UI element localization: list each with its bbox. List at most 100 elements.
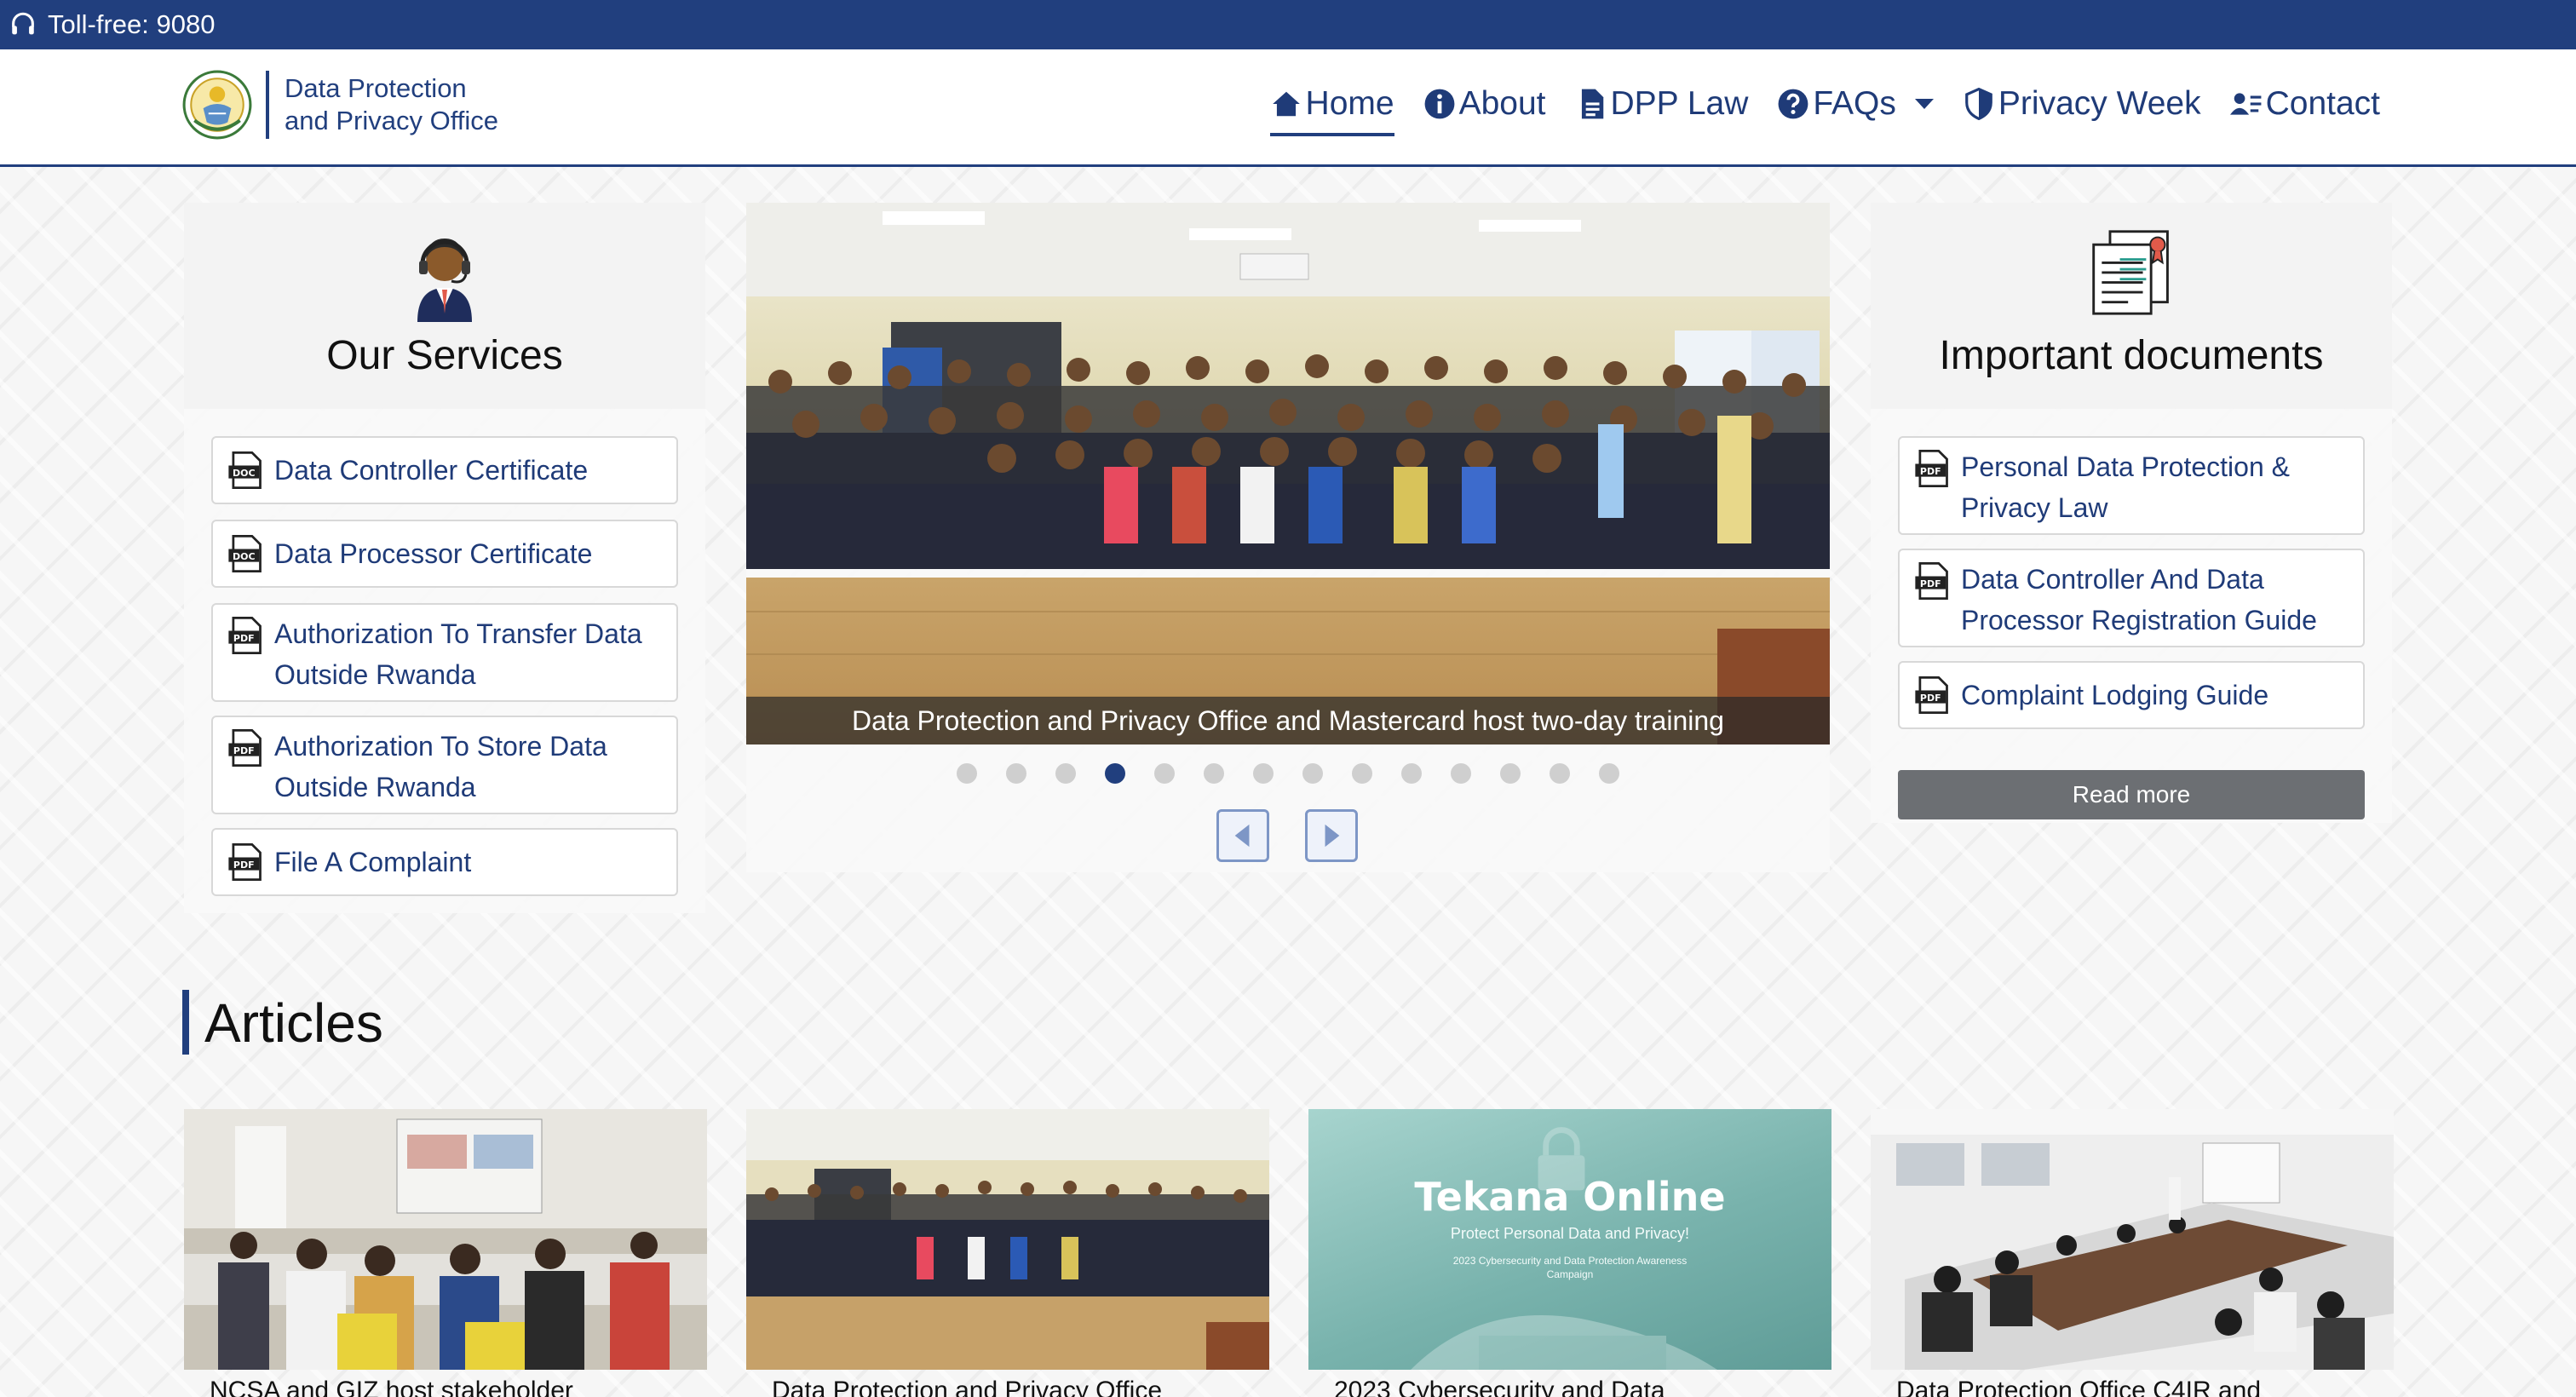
service-item[interactable]: DOC Data Controller Certificate [211, 436, 678, 504]
svg-text:PDF: PDF [1920, 578, 1941, 589]
documents-icon [2092, 230, 2169, 315]
tollfree-text: Toll-free: 9080 [48, 9, 216, 39]
document-label: Complaint Lodging Guide [1961, 680, 2269, 710]
question-icon [1778, 89, 1808, 119]
pdf-file-icon: PDF [1915, 562, 1948, 600]
info-icon [1424, 89, 1454, 119]
services-panel: Our Services DOC Data Controller Certifi… [184, 203, 705, 913]
doc-file-icon: DOC [228, 535, 262, 572]
svg-text:PDF: PDF [1920, 693, 1941, 704]
carousel-dot[interactable] [1352, 763, 1372, 784]
carousel-dot[interactable] [1599, 763, 1619, 784]
pdf-file-icon: PDF [1915, 676, 1948, 714]
document-item[interactable]: PDF Personal Data Protection & Privacy L… [1898, 436, 2365, 535]
nav-home-label: Home [1305, 85, 1394, 122]
articles-accent-bar [182, 990, 189, 1055]
article-thumbnail [184, 1109, 707, 1370]
nav-about-label: About [1458, 85, 1546, 122]
document-icon [1581, 89, 1603, 119]
home-icon [1272, 91, 1300, 117]
services-title: Our Services [326, 333, 563, 378]
nav-dpp-law[interactable]: DPP Law [1575, 82, 1748, 126]
svg-text:PDF: PDF [1920, 466, 1941, 477]
logo-line-1: Data Protection [285, 73, 467, 103]
carousel-dot[interactable] [1401, 763, 1422, 784]
article-title: Data Protection Office C4IR and [1896, 1377, 2261, 1397]
nav-privacy-week-label: Privacy Week [1998, 85, 2201, 122]
nav-about[interactable]: About [1423, 82, 1546, 126]
articles-title: Articles [204, 992, 383, 1054]
pdf-file-icon: PDF [228, 617, 262, 654]
carousel-next-button[interactable] [1305, 809, 1358, 862]
nav-home[interactable]: Home [1269, 82, 1394, 136]
read-more-button[interactable]: Read more [1898, 770, 2365, 819]
carousel-dot[interactable] [957, 763, 977, 784]
article-thumbnail [746, 1109, 1269, 1370]
svg-text:PDF: PDF [233, 633, 255, 644]
chevron-down-icon[interactable] [1914, 99, 1934, 109]
top-bar: Toll-free: 9080 [0, 0, 2576, 49]
article-card[interactable]: Tekana Online Protect Personal Data and … [1308, 1109, 1831, 1397]
headset-icon [12, 12, 34, 35]
doc-file-icon: DOC [228, 451, 262, 489]
carousel-dot[interactable] [1204, 763, 1224, 784]
article-card[interactable]: NCSA and GIZ host stakeholder [184, 1109, 707, 1397]
nav-contact-label: Contact [2265, 85, 2380, 122]
pdf-file-icon: PDF [228, 729, 262, 767]
service-label: Data Controller Certificate [274, 455, 589, 486]
article-card[interactable]: Data Protection and Privacy Office [746, 1109, 1269, 1397]
carousel-dot[interactable] [1451, 763, 1471, 784]
site-header: Data Protection and Privacy Office Home … [0, 49, 2576, 167]
documents-title: Important documents [1939, 333, 2324, 378]
carousel-dot[interactable] [1006, 763, 1026, 784]
logo-text: Data Protection and Privacy Office [285, 72, 498, 137]
article-thumbnail: Tekana Online Protect Personal Data and … [1308, 1109, 1831, 1370]
svg-text:DOC: DOC [233, 468, 256, 479]
shield-icon [1965, 88, 1992, 120]
carousel-slide[interactable]: Data Protection and Privacy Office and M… [746, 203, 1830, 744]
triangle-right-icon [1325, 824, 1340, 848]
service-label: Authorization To Transfer Data Outside R… [274, 618, 642, 690]
document-item[interactable]: PDF Data Controller And Data Processor R… [1898, 549, 2365, 647]
document-label: Data Controller And Data Processor Regis… [1961, 564, 2317, 635]
service-label: File A Complaint [274, 847, 472, 877]
svg-text:DOC: DOC [233, 551, 256, 562]
nav-contact[interactable]: Contact [2229, 82, 2380, 126]
logo-divider [266, 71, 269, 139]
article-title: NCSA and GIZ host stakeholder [210, 1377, 573, 1397]
carousel-dot[interactable] [1253, 763, 1274, 784]
service-item[interactable]: PDF File A Complaint [211, 828, 678, 896]
main-nav: Home About DPP Law FAQs Privacy Week Con… [1241, 82, 2380, 136]
carousel-dot[interactable] [1500, 763, 1521, 784]
support-agent-icon [417, 239, 472, 322]
carousel-dot[interactable] [1550, 763, 1570, 784]
carousel-indicators [746, 763, 1830, 784]
document-item[interactable]: PDF Complaint Lodging Guide [1898, 661, 2365, 729]
national-seal-icon [182, 70, 252, 140]
service-item[interactable]: PDF Authorization To Transfer Data Outsi… [211, 603, 678, 702]
carousel-dot[interactable] [1302, 763, 1323, 784]
logo-link[interactable]: Data Protection and Privacy Office [182, 68, 498, 141]
carousel-prev-button[interactable] [1216, 809, 1269, 862]
documents-header: Important documents [1871, 203, 2392, 409]
nav-privacy-week[interactable]: Privacy Week [1963, 82, 2201, 126]
service-item[interactable]: PDF Authorization To Store Data Outside … [211, 716, 678, 814]
group-photo-image [746, 203, 1830, 744]
news-carousel: Data Protection and Privacy Office and M… [746, 203, 1830, 872]
pdf-file-icon: PDF [1915, 450, 1948, 487]
article-card[interactable]: Data Protection Office C4IR and [1871, 1109, 2394, 1397]
service-item[interactable]: DOC Data Processor Certificate [211, 520, 678, 588]
pdf-file-icon: PDF [228, 843, 262, 881]
services-header: Our Services [184, 203, 705, 409]
carousel-dot[interactable] [1055, 763, 1076, 784]
document-label: Personal Data Protection & Privacy Law [1961, 451, 2290, 523]
contact-card-icon [2229, 93, 2262, 115]
thumb-heading: Tekana Online [1414, 1174, 1726, 1220]
triangle-left-icon [1234, 824, 1250, 848]
carousel-dot[interactable] [1105, 763, 1125, 784]
carousel-dot[interactable] [1154, 763, 1175, 784]
typing-hands-image [1411, 1315, 1717, 1370]
nav-faqs[interactable]: FAQs [1777, 82, 1934, 126]
service-label: Data Processor Certificate [274, 538, 593, 569]
thumb-small-text: 2023 Cybersecurity and Data Protection A… [1452, 1255, 1688, 1280]
